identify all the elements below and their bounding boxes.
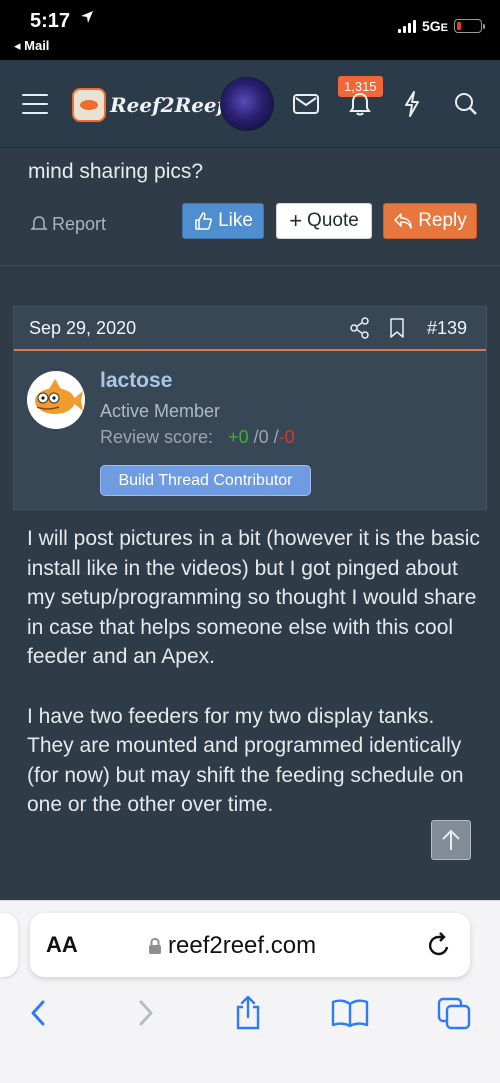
post-card: Sep 29, 2020 #139 lactose Active Member …	[13, 306, 487, 510]
user-avatar[interactable]	[27, 371, 85, 429]
share-sheet-icon[interactable]	[228, 993, 268, 1033]
battery-icon	[454, 19, 485, 33]
post-header: Sep 29, 2020 #139	[14, 307, 486, 351]
review-negative[interactable]: -0	[279, 427, 295, 447]
network-label: 5GE	[421, 18, 448, 34]
logo-badge-icon	[72, 88, 106, 122]
post-divider	[0, 265, 500, 266]
back-to-mail-link[interactable]: ◂ Mail	[14, 38, 49, 54]
bell-outline-icon	[30, 216, 48, 230]
logo-text: Reef2Reef	[110, 93, 226, 117]
bell-icon[interactable]	[346, 90, 374, 118]
signal-icon	[397, 19, 416, 33]
lightning-icon[interactable]	[398, 90, 426, 118]
like-label: Like	[218, 210, 253, 231]
menu-icon[interactable]	[22, 94, 48, 114]
reload-icon[interactable]	[426, 931, 452, 964]
bookmarks-icon[interactable]	[330, 993, 370, 1033]
url-text: reef2reef.com	[168, 932, 317, 959]
reply-arrow-icon	[394, 213, 412, 229]
bookmark-icon[interactable]	[389, 318, 405, 343]
post-paragraph: I will post pictures in a bit (however i…	[27, 527, 480, 669]
username-link[interactable]: lactose	[100, 369, 172, 393]
site-logo[interactable]: Reef2Reef	[72, 88, 225, 122]
browser-toolbar	[0, 993, 500, 1033]
report-label: Report	[52, 213, 107, 234]
browser-bottom-bar: AA reef2reef.com	[0, 900, 500, 1083]
account-avatar[interactable]	[220, 77, 274, 131]
report-link[interactable]: Report	[30, 206, 106, 242]
review-score: Review score: +0 /0 /-0	[100, 427, 295, 448]
review-label: Review score:	[100, 427, 214, 447]
inbox-icon[interactable]	[292, 90, 320, 118]
forward-icon[interactable]	[126, 993, 166, 1033]
review-positive[interactable]: +0	[228, 427, 249, 447]
status-time: 5:17	[30, 10, 71, 32]
post-number-link[interactable]: #139	[427, 318, 467, 339]
user-title: Active Member	[100, 401, 221, 421]
post-body: I will post pictures in a bit (however i…	[27, 524, 482, 850]
site-header: Reef2Reef 1,315	[0, 60, 500, 148]
back-icon[interactable]	[18, 993, 58, 1033]
tabs-icon[interactable]	[434, 993, 474, 1033]
scroll-to-top-button[interactable]	[431, 820, 471, 860]
address-bar[interactable]: AA reef2reef.com	[30, 913, 470, 977]
share-icon[interactable]	[349, 317, 371, 344]
reply-button[interactable]: Reply	[383, 203, 477, 239]
fish-avatar-icon	[35, 379, 83, 414]
review-neutral: /0 /	[253, 427, 279, 447]
like-button[interactable]: Like	[182, 203, 264, 239]
status-indicators: 5GE	[397, 18, 485, 34]
quote-button[interactable]: + Quote	[276, 203, 372, 239]
plus-icon: +	[289, 208, 303, 233]
thumbs-up-icon	[195, 212, 213, 230]
url-display[interactable]: reef2reef.com	[148, 932, 316, 960]
previous-tab-peek[interactable]	[0, 913, 18, 977]
post-paragraph: I have two feeders for my two display ta…	[27, 704, 464, 817]
location-arrow-icon	[80, 10, 94, 29]
arrow-up-icon	[442, 829, 460, 850]
reader-options-button[interactable]: AA	[46, 932, 78, 958]
search-icon[interactable]	[452, 90, 480, 118]
post-date[interactable]: Sep 29, 2020	[29, 318, 136, 339]
reply-label: Reply	[418, 210, 467, 231]
user-badge[interactable]: Build Thread Contributor	[100, 465, 311, 496]
status-bar: 5:17 ◂ Mail 5GE	[0, 0, 500, 60]
previous-post-text: mind sharing pics?	[28, 160, 204, 183]
lock-icon	[149, 938, 161, 954]
quote-label: Quote	[307, 210, 359, 231]
